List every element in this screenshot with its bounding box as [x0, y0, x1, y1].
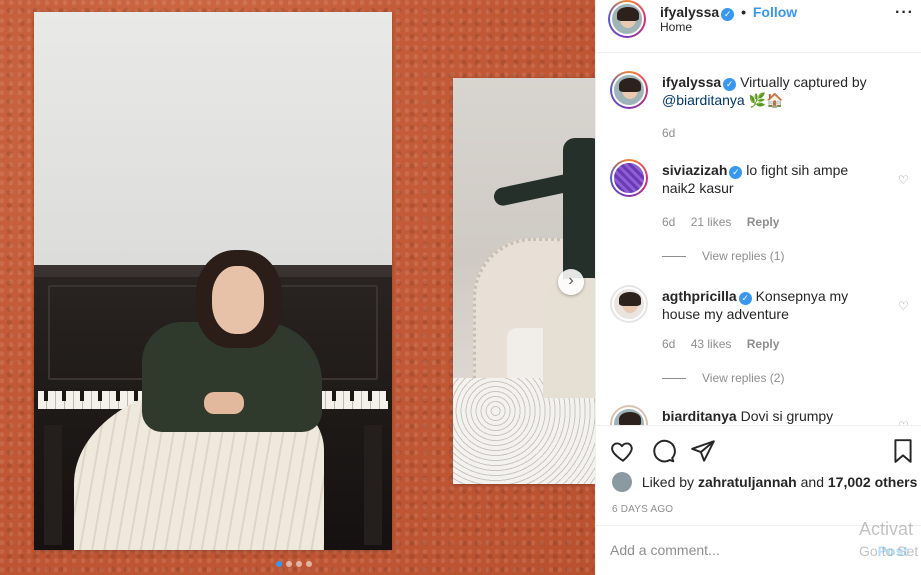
post-media-area: › — [0, 0, 595, 575]
carousel-dot — [286, 561, 292, 567]
author-avatar-image — [610, 2, 644, 36]
caption-avatar-image — [612, 73, 646, 107]
verified-badge-icon: ✓ — [738, 292, 752, 305]
commenter-avatar-image — [612, 161, 646, 195]
comment-like-heart-icon[interactable]: ♡ — [898, 299, 910, 313]
follow-button[interactable]: Follow — [753, 4, 797, 20]
likes-others[interactable]: 17,002 others — [828, 474, 918, 490]
watermark-line-1: Activat — [859, 519, 914, 539]
liker-avatar[interactable] — [612, 472, 632, 492]
replies-line — [662, 378, 686, 380]
carousel-indicator — [276, 561, 312, 567]
view-replies-label: View replies (2) — [702, 371, 785, 385]
instagram-post-dialog: › ifyalyssa ✓ • Follow Home ··· ifyalyss… — [0, 0, 921, 575]
liker-username[interactable]: zahratuljannah — [698, 474, 797, 490]
verified-badge-icon: ✓ — [721, 8, 735, 21]
photo-wall — [34, 12, 392, 265]
commenter-avatar[interactable] — [610, 285, 648, 323]
comments-list[interactable]: ifyalyssa ✓ Virtually captured by @biardi… — [596, 53, 921, 425]
caption-mention[interactable]: @biarditanya — [662, 92, 745, 108]
caption-emoji: 🌿🏠 — [748, 92, 784, 108]
reply-button[interactable]: Reply — [747, 337, 780, 351]
carousel-dot — [306, 561, 312, 567]
view-replies-button[interactable]: View replies (2) — [662, 371, 784, 385]
commenter-avatar[interactable] — [610, 159, 648, 197]
comment-item: siviazizah ✓ lo fight sih ampe naik2 kasu… — [610, 159, 910, 269]
replies-line — [662, 256, 686, 258]
comment-age[interactable]: 6d — [662, 215, 675, 229]
comment-meta: 6d 43 likes Reply — [662, 337, 791, 351]
watermark-line-2: Go to Set — [859, 543, 919, 559]
view-replies-label: View replies (1) — [702, 249, 785, 263]
commenter-avatar-image — [612, 407, 646, 425]
piano-leg — [364, 425, 382, 545]
post-timestamp[interactable]: 6 DAYS AGO — [612, 504, 673, 515]
comment-body: Dovi si grumpy — [740, 408, 834, 424]
reply-button[interactable]: Reply — [747, 215, 780, 229]
caption-avatar[interactable] — [610, 71, 648, 109]
bookmark-save-icon[interactable] — [890, 438, 916, 464]
like-heart-icon[interactable] — [610, 438, 636, 464]
share-send-icon[interactable] — [690, 438, 716, 464]
comment-item: agthpricilla ✓ Konsepnya my house my adve… — [610, 285, 910, 395]
comment-text: agthpricilla ✓ Konsepnya my house my adve… — [662, 287, 884, 323]
photo-person-face — [212, 266, 264, 334]
verified-badge-icon: ✓ — [729, 166, 743, 179]
post-photo-current[interactable] — [34, 12, 392, 550]
chevron-right-icon[interactable]: › — [558, 269, 584, 295]
windows-activation-watermark: Activat Go to Set — [859, 518, 918, 562]
comment-meta: 6d 21 likes Reply — [662, 215, 791, 229]
comment-likes[interactable]: 21 likes — [691, 215, 732, 229]
likes-prefix: Liked by — [641, 474, 695, 490]
carousel-dot — [276, 561, 282, 567]
photo-figure-skirt — [543, 278, 595, 398]
caption-username[interactable]: ifyalyssa — [662, 74, 721, 90]
commenter-avatar-image — [612, 287, 646, 321]
comment-input[interactable] — [610, 542, 850, 558]
comment-text: siviazizah ✓ lo fight sih ampe naik2 kasu… — [662, 161, 884, 197]
header-user-line: ifyalyssa ✓ • Follow — [660, 4, 797, 21]
comment-text: biarditanya Dovi si grumpy — [662, 407, 884, 425]
view-replies-button[interactable]: View replies (1) — [662, 249, 784, 263]
comment-age[interactable]: 6d — [662, 337, 675, 351]
caption-body: Virtually captured by — [740, 74, 867, 90]
likes-and: and — [800, 474, 824, 490]
verified-badge-icon: ✓ — [723, 78, 737, 91]
carousel-dot — [296, 561, 302, 567]
likes-summary: Liked by zahratuljannah and 17,002 other… — [612, 472, 917, 492]
caption-age[interactable]: 6d — [662, 126, 675, 140]
separator-dot: • — [741, 4, 746, 20]
post-header: ifyalyssa ✓ • Follow Home ··· — [596, 0, 921, 53]
post-side-panel: ifyalyssa ✓ • Follow Home ··· ifyalyssa ✓ … — [595, 0, 921, 575]
comment-username[interactable]: siviazizah — [662, 162, 727, 178]
comment-username[interactable]: biarditanya — [662, 408, 737, 424]
more-horizontal-icon[interactable]: ··· — [895, 4, 914, 22]
photo-person-hands — [204, 392, 244, 414]
piano-leg — [44, 425, 62, 545]
comment-item: biarditanya Dovi si grumpy ♡ — [610, 405, 910, 425]
caption-text: ifyalyssa ✓ Virtually captured by @biardi… — [662, 73, 884, 109]
caption: ifyalyssa ✓ Virtually captured by @biardi… — [610, 71, 910, 171]
comment-like-heart-icon[interactable]: ♡ — [898, 173, 910, 187]
location-link[interactable]: Home — [660, 20, 692, 34]
author-avatar[interactable] — [608, 0, 646, 38]
author-username[interactable]: ifyalyssa — [660, 4, 719, 20]
commenter-avatar[interactable] — [610, 405, 648, 425]
comment-bubble-icon[interactable] — [650, 438, 676, 464]
comment-likes[interactable]: 43 likes — [691, 337, 732, 351]
caption-meta: 6d — [662, 126, 687, 140]
comment-username[interactable]: agthpricilla — [662, 288, 737, 304]
